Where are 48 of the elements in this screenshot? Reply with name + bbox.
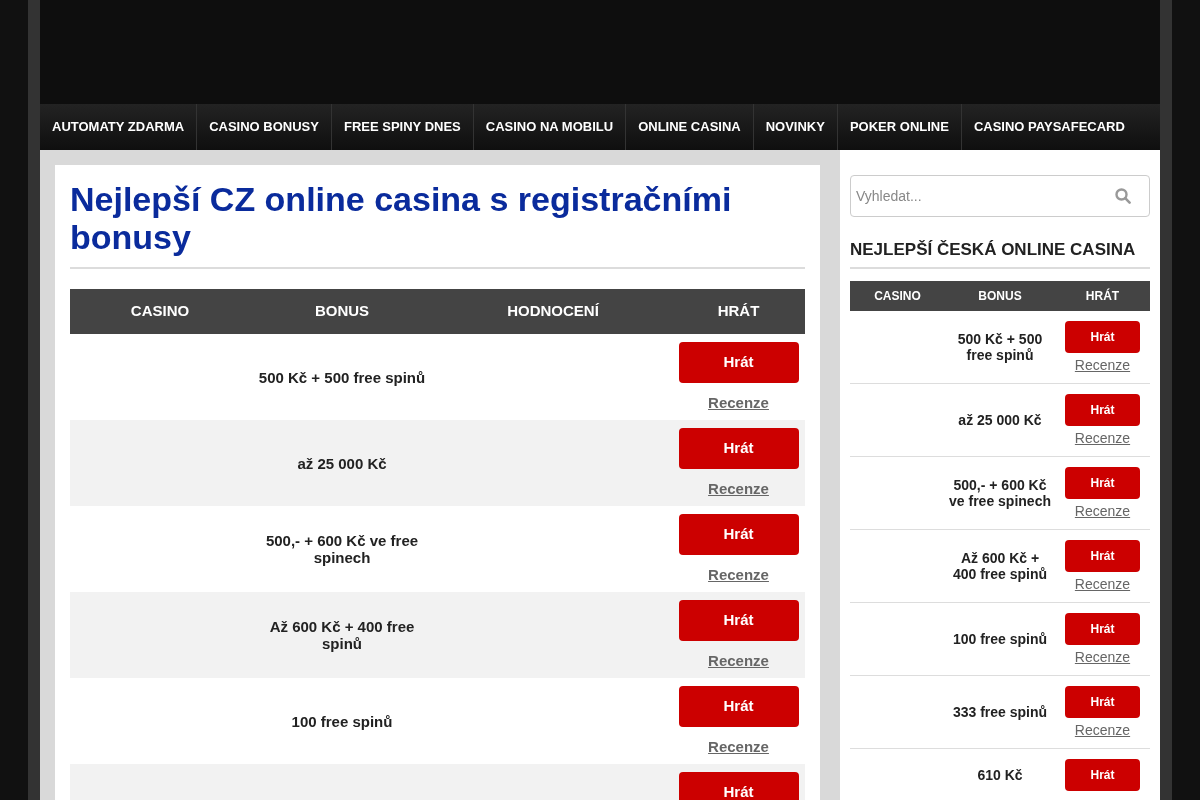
column-header: HRÁT (717, 301, 760, 322)
search-icon[interactable] (1115, 188, 1131, 204)
review-link[interactable]: Recenze (708, 738, 769, 756)
play-button[interactable]: Hrát (678, 342, 799, 383)
bonus-text: až 25 000 Kč (297, 454, 387, 472)
bonus-text: Až 600 Kč + 400 free spinů (268, 618, 416, 652)
play-button[interactable]: Hrát (1065, 321, 1140, 353)
review-link[interactable]: Recenze (708, 566, 769, 584)
column-header: CASINO (874, 288, 921, 305)
play-button[interactable]: Hrát (678, 772, 799, 800)
review-link[interactable]: Recenze (1074, 576, 1131, 592)
play-button[interactable]: Hrát (1065, 540, 1140, 572)
bonus-text: až 25 000 Kč (958, 412, 1042, 428)
bonus-text: Až 600 Kč + 400 free spinů (951, 550, 1049, 582)
bonus-text: 333 free spinů (952, 704, 1048, 720)
review-link[interactable]: Recenze (1074, 357, 1131, 373)
play-button[interactable]: Hrát (1065, 759, 1140, 791)
bonus-text: 100 free spinů (952, 631, 1048, 647)
play-button[interactable]: Hrát (678, 514, 799, 555)
review-link[interactable]: Recenze (1074, 722, 1131, 738)
column-header: BONUS (314, 301, 370, 322)
bonus-text: 500,- + 600 Kč ve free spinech (264, 532, 420, 566)
column-header: HODNOCENÍ (507, 301, 599, 322)
play-button[interactable]: Hrát (1065, 686, 1140, 718)
play-button[interactable]: Hrát (678, 428, 799, 469)
column-header: BONUS (978, 288, 1022, 305)
search-field[interactable]: Vyhledat... (850, 175, 1150, 217)
page-title: Nejlepší CZ online casina s registračními bonusy (70, 180, 805, 269)
review-link[interactable]: Recenze (708, 394, 769, 412)
bonus-text: 610 Kč (977, 767, 1023, 783)
play-button[interactable]: Hrát (678, 686, 799, 727)
bonus-text: 500 Kč + 500 free spinů (258, 368, 426, 386)
sidebar-heading: NEJLEPŠÍ ČESKÁ ONLINE CASINA (850, 240, 1150, 269)
review-link[interactable]: Recenze (1074, 649, 1131, 665)
nav-link[interactable]: CASINO PAYSAFECARD (961, 104, 1137, 150)
bonus-text: 500,- + 600 Kč ve free spinech (948, 477, 1052, 509)
review-link[interactable]: Recenze (708, 652, 769, 670)
column-header: HRÁT (1085, 287, 1120, 305)
play-button[interactable]: Hrát (678, 600, 799, 641)
bonus-text: 500 Kč + 500 free spinů (956, 331, 1044, 363)
play-button[interactable]: Hrát (1065, 394, 1140, 426)
review-link[interactable]: Recenze (708, 480, 769, 498)
column-header: CASINO (130, 301, 190, 322)
bonus-text: 100 free spinů (291, 712, 393, 730)
review-link[interactable]: Recenze (1074, 503, 1131, 519)
play-button[interactable]: Hrát (1065, 613, 1140, 645)
play-button[interactable]: Hrát (1065, 467, 1140, 499)
review-link[interactable]: Recenze (1074, 430, 1131, 446)
